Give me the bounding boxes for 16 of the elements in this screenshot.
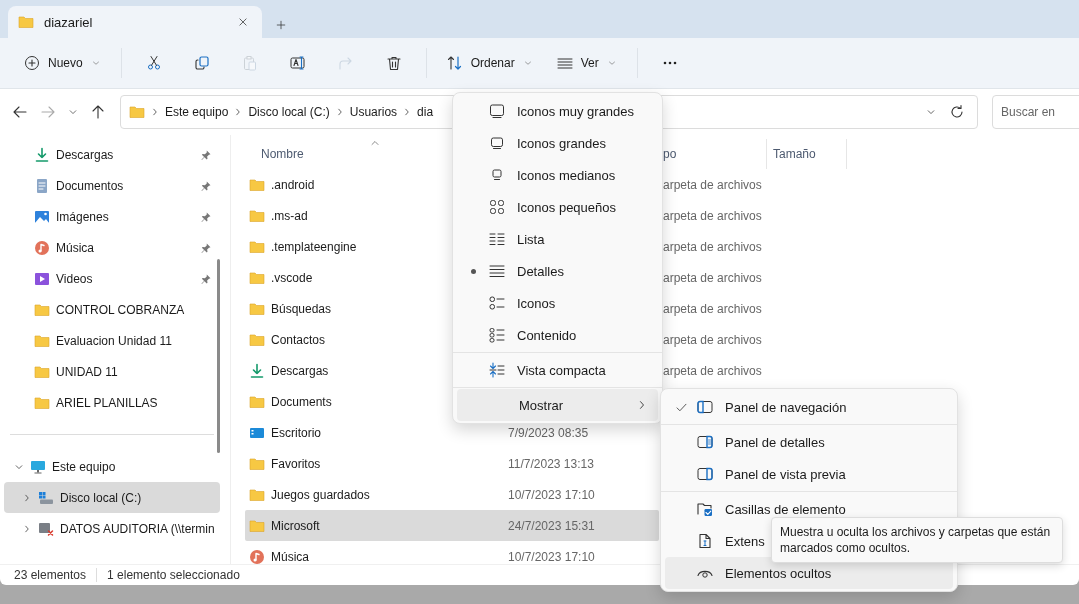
file-type: arpeta de archivos xyxy=(663,363,762,378)
file-date: 24/7/2023 15:31 xyxy=(508,518,595,533)
file-type: arpeta de archivos xyxy=(663,177,762,192)
file-type: arpeta de archivos xyxy=(663,332,762,347)
file-type: arpeta de archivos xyxy=(663,208,762,223)
tab-title: diazariel xyxy=(44,14,94,30)
file-type: arpeta de archivos xyxy=(663,270,762,285)
file-date: 10/7/2023 17:10 xyxy=(508,487,595,502)
file-date: 11/7/2023 13:13 xyxy=(508,456,594,471)
file-date: 10/7/2023 17:10 xyxy=(508,549,595,564)
file-date: 7/9/2023 08:35 xyxy=(508,425,589,440)
tooltip: Muestra u oculta los archivos y carpetas que están marcados como ocultos. xyxy=(771,517,1063,563)
file-type: arpeta de archivos xyxy=(663,301,762,316)
file-type: arpeta de archivos xyxy=(663,239,762,254)
selection-count: 1 elemento seleccionado xyxy=(107,568,240,582)
item-count: 23 elementos xyxy=(14,568,87,582)
